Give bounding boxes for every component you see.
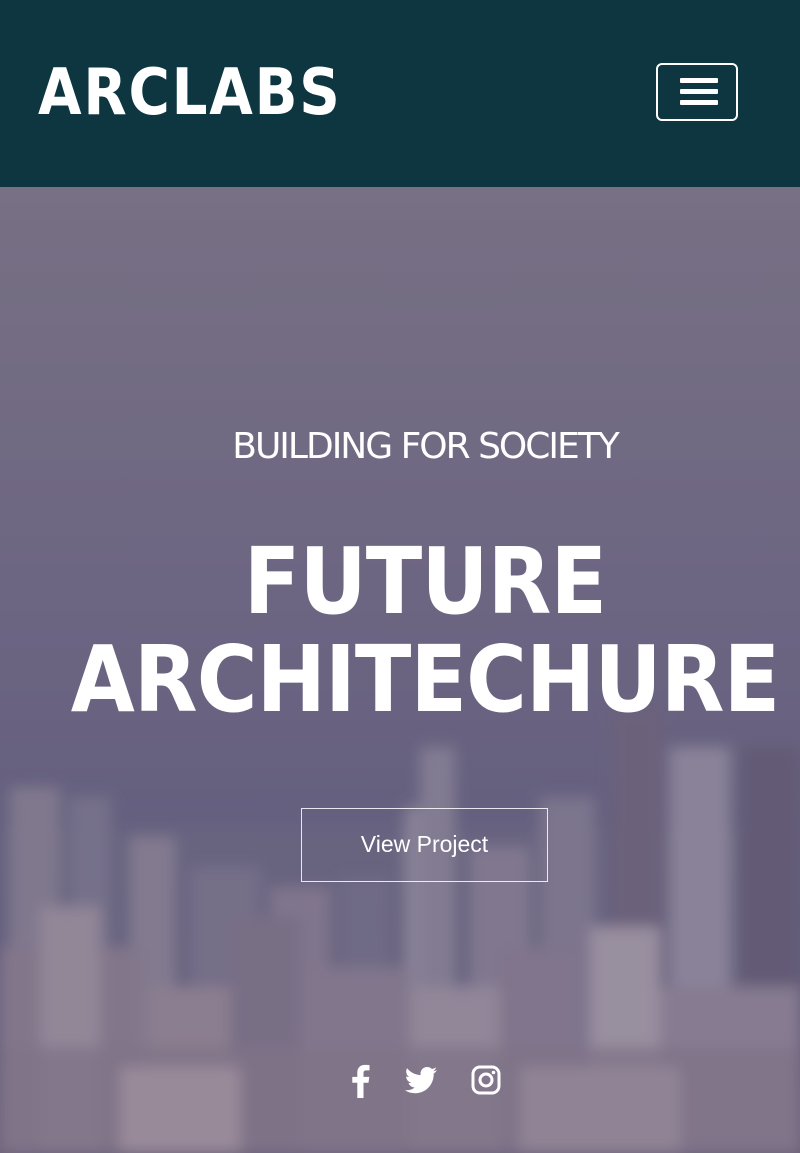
hero-eyebrow: BUILDING FOR SOCIETY xyxy=(232,426,620,467)
facebook-icon[interactable] xyxy=(348,1064,372,1103)
twitter-icon[interactable] xyxy=(404,1066,438,1101)
view-project-button[interactable]: View Project xyxy=(301,808,548,882)
landing-page: ARCLABS BUILDING FOR SOCIETY FUTURE ARCH… xyxy=(0,0,800,1153)
hamburger-icon xyxy=(680,78,718,83)
hamburger-menu-button[interactable] xyxy=(656,63,738,121)
hero-headline-line-2: ARCHITECHURE xyxy=(70,626,780,733)
social-links xyxy=(0,1064,800,1104)
hero-content: BUILDING FOR SOCIETY FUTURE ARCHITECHURE… xyxy=(0,187,800,1153)
top-navbar: ARCLABS xyxy=(0,0,800,187)
hero-headline-line-1: FUTURE xyxy=(243,528,607,635)
brand-logo[interactable]: ARCLABS xyxy=(38,57,342,129)
instagram-icon[interactable] xyxy=(471,1065,501,1100)
hero-section: BUILDING FOR SOCIETY FUTURE ARCHITECHURE… xyxy=(0,187,800,1153)
